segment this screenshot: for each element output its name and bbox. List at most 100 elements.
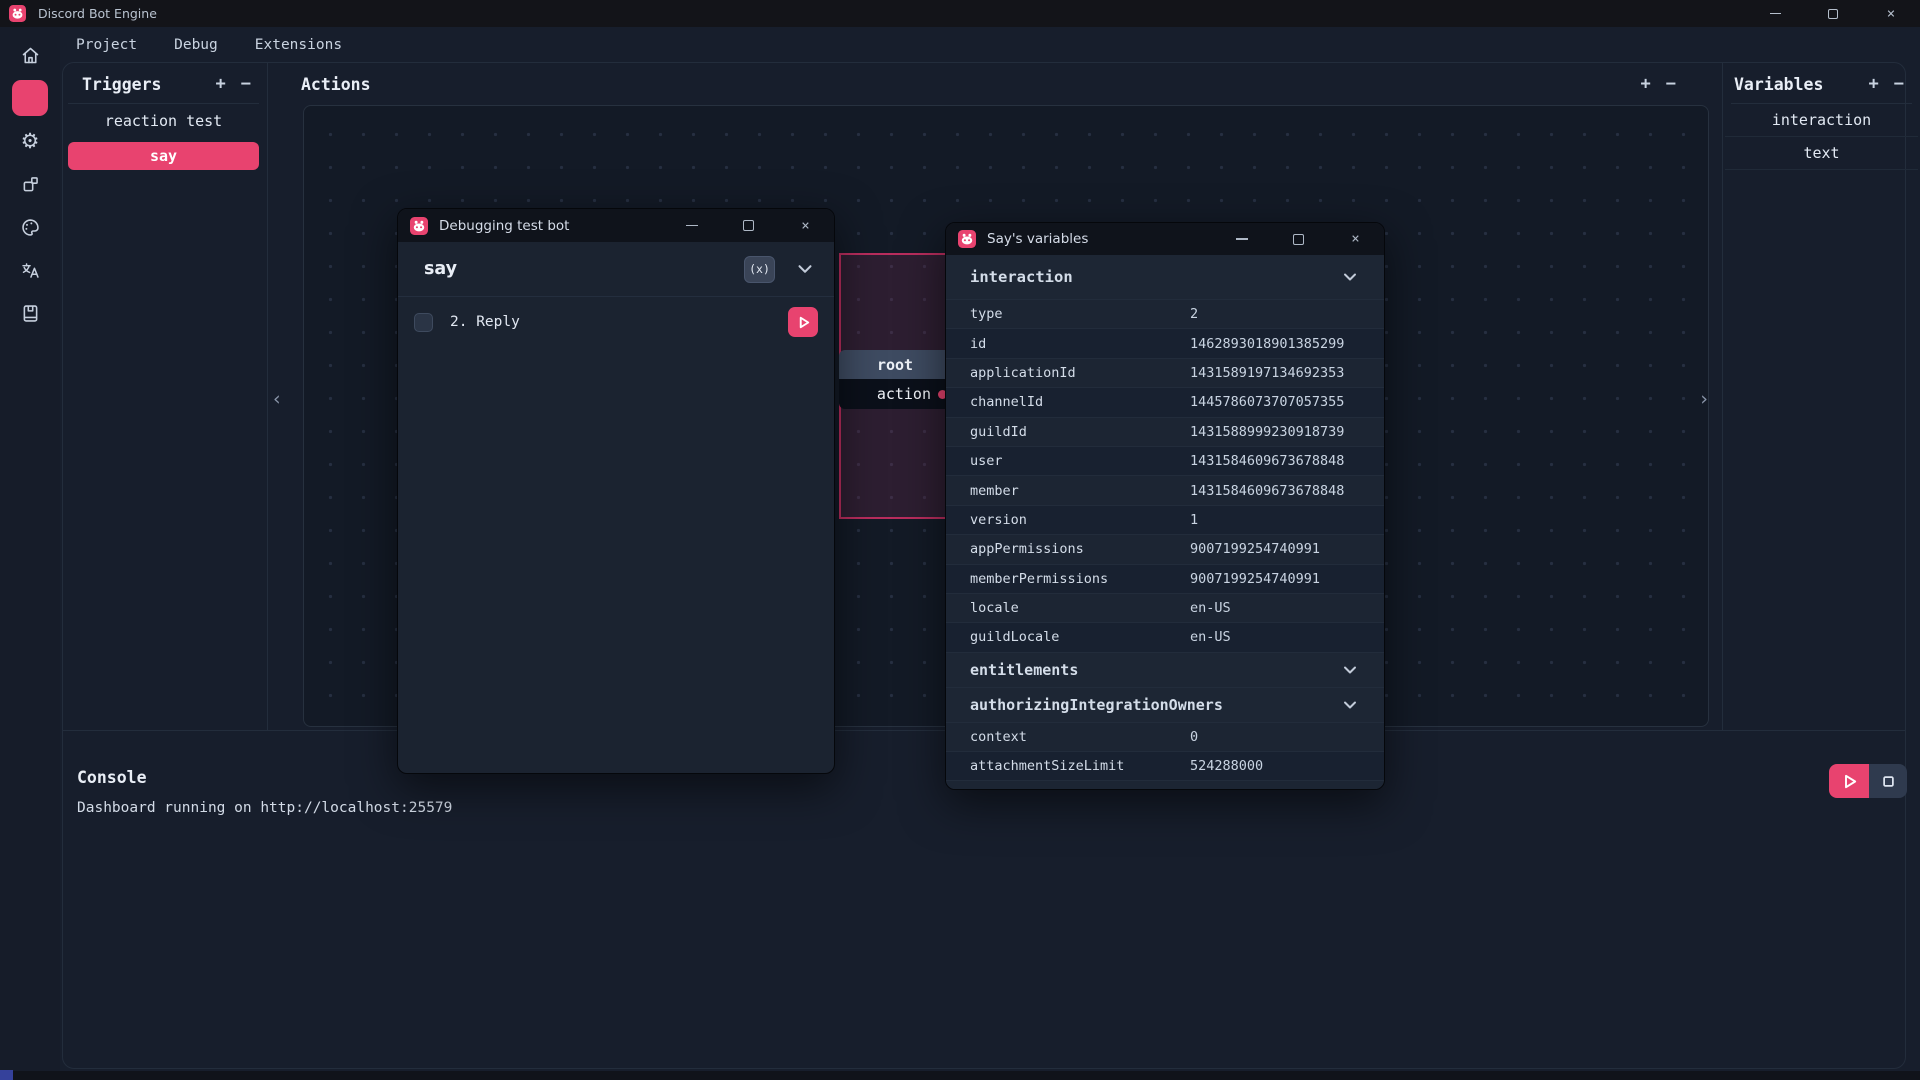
- window-minimize-button[interactable]: [1746, 0, 1804, 27]
- variable-value: en-US: [1190, 600, 1231, 616]
- variable-row-member: member1431584609673678848: [946, 475, 1384, 504]
- debug-maximize-button[interactable]: [720, 209, 777, 242]
- variable-row-applicationId: applicationId1431589197134692353: [946, 358, 1384, 387]
- variable-group-entitlements[interactable]: entitlements: [946, 652, 1384, 687]
- debug-close-button[interactable]: ×: [777, 209, 834, 242]
- trigger-item-reaction-test[interactable]: reaction test: [68, 106, 259, 136]
- variable-group-label: entitlements: [970, 661, 1190, 679]
- variable-item-text[interactable]: text: [1725, 137, 1918, 170]
- actions-panel-title: Actions: [301, 75, 371, 94]
- variable-row-version: version1: [946, 505, 1384, 534]
- trigger-item-say[interactable]: say: [68, 142, 259, 170]
- variables-remove-button[interactable]: −: [1894, 76, 1904, 93]
- actions-zoom-in-button[interactable]: +: [1641, 76, 1651, 93]
- variable-key: member: [970, 483, 1190, 499]
- run-action-button[interactable]: [788, 307, 818, 337]
- variable-value: 0: [1190, 729, 1198, 745]
- chevron-down-icon: [1340, 660, 1360, 680]
- rail-item-translate[interactable]: [12, 252, 48, 288]
- variable-key: type: [970, 306, 1190, 322]
- menu-bar: Project Debug Extensions: [60, 27, 342, 62]
- variable-row-type: type2: [946, 299, 1384, 328]
- menu-item-debug[interactable]: Debug: [174, 37, 218, 53]
- flow-node-action[interactable]: action: [839, 379, 951, 409]
- variable-value: 2: [1190, 306, 1198, 322]
- maximize-icon: [743, 220, 754, 231]
- rail-item-home[interactable]: [12, 37, 48, 73]
- variable-row-user: user1431584609673678848: [946, 446, 1384, 475]
- rail-item-settings-gear[interactable]: ⚙: [12, 123, 48, 159]
- variable-key: applicationId: [970, 365, 1190, 381]
- left-rail: ⚙: [0, 27, 60, 1080]
- collapse-right-panel-button[interactable]: ›: [1696, 388, 1712, 410]
- variables-toggle-button[interactable]: (x): [744, 256, 775, 283]
- collapse-left-panel-button[interactable]: ‹: [269, 388, 285, 410]
- vars-window-titlebar[interactable]: Say's variables ×: [946, 223, 1384, 255]
- menu-item-project[interactable]: Project: [76, 37, 137, 53]
- debug-window: Debugging test bot × say (x) 2. Reply: [397, 208, 835, 774]
- variable-key: appPermissions: [970, 541, 1190, 557]
- variable-key: attachmentSizeLimit: [970, 758, 1190, 774]
- vars-minimize-button[interactable]: [1213, 223, 1270, 255]
- rail-item-blocks[interactable]: [12, 166, 48, 202]
- variable-row-context: context0: [946, 722, 1384, 751]
- variable-row-token: token1451488775417847555903: [946, 780, 1384, 790]
- console-run-button[interactable]: [1829, 764, 1869, 798]
- bottom-strip: [0, 1071, 1920, 1080]
- vars-maximize-button[interactable]: [1270, 223, 1327, 255]
- variable-row-guildLocale: guildLocaleen-US: [946, 622, 1384, 651]
- maximize-icon: [1828, 9, 1838, 19]
- minimize-icon: [1770, 13, 1781, 14]
- rail-item-palette[interactable]: [12, 209, 48, 245]
- variable-key: locale: [970, 600, 1190, 616]
- variable-value: 1431588999230918739: [1190, 424, 1344, 440]
- checkbox[interactable]: [414, 313, 433, 332]
- variable-row-attachmentSizeLimit: attachmentSizeLimit524288000: [946, 751, 1384, 780]
- debug-window-titlebar[interactable]: Debugging test bot ×: [398, 209, 834, 242]
- discord-bot-window-icon: [410, 217, 428, 235]
- variable-value: 1445786073707057355: [1190, 394, 1344, 410]
- flow-node[interactable]: root action: [839, 350, 951, 409]
- save-book-icon: [20, 303, 41, 324]
- actions-zoom-out-button[interactable]: −: [1666, 76, 1676, 93]
- close-icon: ×: [1887, 6, 1895, 22]
- variable-group-interaction[interactable]: interaction: [946, 255, 1384, 299]
- play-icon: [1839, 771, 1860, 792]
- window-close-button[interactable]: ×: [1862, 0, 1920, 27]
- triggers-canvas-divider: [267, 62, 268, 730]
- actions-panel: Actions + −: [268, 65, 1722, 103]
- window-maximize-button[interactable]: [1804, 0, 1862, 27]
- variable-row-memberPermissions: memberPermissions9007199254740991: [946, 564, 1384, 593]
- rail-item-save-book[interactable]: [12, 295, 48, 331]
- minimize-icon: [686, 225, 698, 227]
- debug-minimize-button[interactable]: [663, 209, 720, 242]
- home-icon: [20, 45, 41, 66]
- chevron-down-icon[interactable]: [794, 258, 816, 280]
- corner-accent: [0, 1070, 13, 1080]
- variable-group-authorizingIntegrationOwners[interactable]: authorizingIntegrationOwners: [946, 687, 1384, 722]
- variable-value: 1: [1190, 512, 1198, 528]
- vars-table: interactiontype2id1462893018901385299app…: [946, 255, 1384, 790]
- rail-item-code[interactable]: [12, 80, 48, 116]
- play-icon: [794, 313, 813, 332]
- triggers-add-button[interactable]: +: [216, 76, 226, 93]
- menu-item-extensions[interactable]: Extensions: [255, 37, 342, 53]
- variable-row-id: id1462893018901385299: [946, 328, 1384, 357]
- triggers-remove-button[interactable]: −: [241, 76, 251, 93]
- console-stop-button[interactable]: [1869, 764, 1907, 798]
- stop-icon: [1878, 771, 1899, 792]
- variable-group-label: interaction: [970, 268, 1190, 286]
- variable-item-interaction[interactable]: interaction: [1725, 104, 1918, 137]
- flow-node-root[interactable]: root: [839, 350, 951, 379]
- app-title: Discord Bot Engine: [38, 6, 157, 21]
- close-icon: ×: [1351, 231, 1359, 247]
- variable-value: 524288000: [1190, 758, 1263, 774]
- variable-key: channelId: [970, 394, 1190, 410]
- variable-key: context: [970, 729, 1190, 745]
- app-titlebar[interactable]: Discord Bot Engine ×: [0, 0, 1920, 27]
- variable-key: user: [970, 453, 1190, 469]
- variables-add-button[interactable]: +: [1869, 76, 1879, 93]
- vars-close-button[interactable]: ×: [1327, 223, 1384, 255]
- close-icon: ×: [801, 218, 809, 234]
- variable-value: 1451488775417847555903: [1190, 788, 1369, 790]
